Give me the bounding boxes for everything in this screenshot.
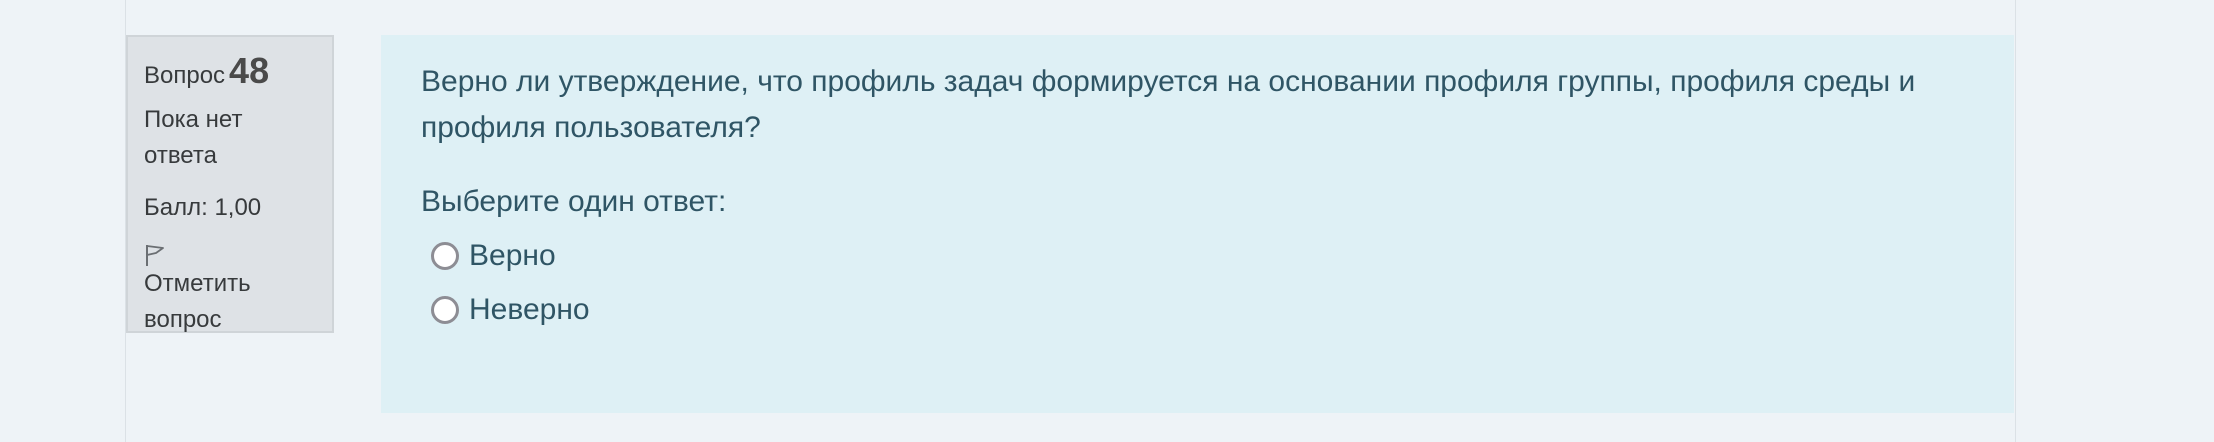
- radio-unselected-icon[interactable]: [431, 242, 459, 270]
- flag-question-link[interactable]: Отметить вопрос: [144, 242, 316, 338]
- question-number: 48: [229, 50, 270, 91]
- question-score: Балл: 1,00: [144, 194, 262, 221]
- answer-prompt: Выберите один ответ:: [421, 185, 727, 218]
- question-content-panel: Верно ли утверждение, что профиль задач …: [381, 35, 2014, 413]
- answer-option-label: Верно: [469, 239, 556, 272]
- question-status: Пока нет ответа: [144, 106, 243, 169]
- question-info-panel: Вопрос 48 Пока нет ответа Балл: 1,00 Отме…: [126, 35, 334, 333]
- answer-option-label: Неверно: [469, 293, 590, 326]
- radio-unselected-icon[interactable]: [431, 296, 459, 324]
- answer-option-true[interactable]: Верно: [421, 229, 1974, 283]
- question-text: Верно ли утверждение, что профиль задач …: [421, 65, 1916, 144]
- flag-icon: [144, 242, 166, 266]
- question-label: Вопрос: [144, 62, 226, 89]
- question-heading: Вопрос 48: [144, 51, 316, 96]
- flag-question-label: Отметить вопрос: [144, 270, 251, 333]
- answer-option-false[interactable]: Неверно: [421, 283, 1974, 337]
